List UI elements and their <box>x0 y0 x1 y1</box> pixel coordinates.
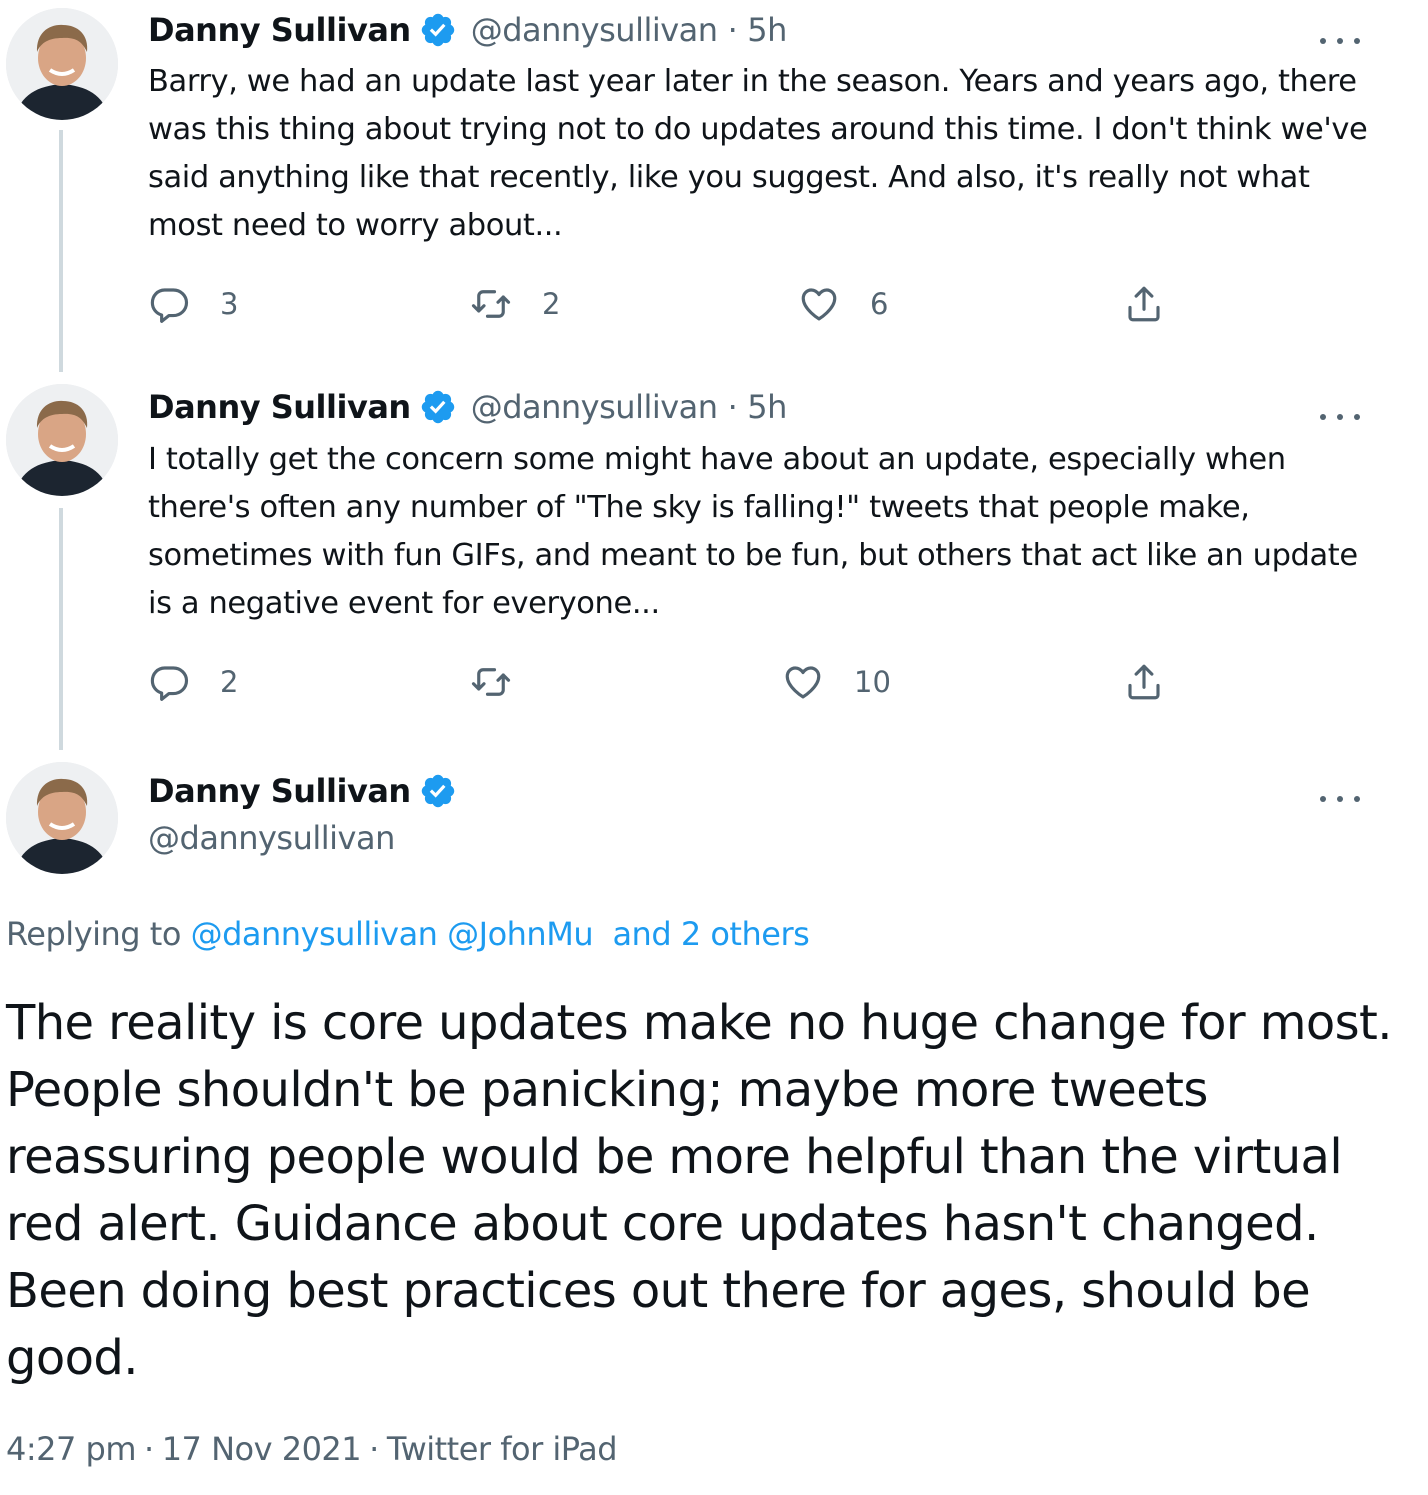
tweet-text: I totally get the concern some might hav… <box>148 442 1358 621</box>
tweet-actions: 2 10 <box>148 660 1178 704</box>
like-button[interactable]: 6 <box>798 282 888 326</box>
mention-link[interactable]: @JohnMu <box>447 915 593 953</box>
retweet-icon <box>471 290 511 318</box>
separator: · <box>369 1430 379 1468</box>
tweet-time[interactable]: 5h <box>747 11 787 49</box>
author-handle-row: @dannysullivan <box>148 818 395 858</box>
reply-button[interactable]: 2 <box>148 660 238 704</box>
avatar[interactable] <box>6 384 118 496</box>
author-handle[interactable]: @dannysullivan <box>471 388 718 426</box>
share-button[interactable] <box>1123 282 1165 326</box>
tweet-header: Danny Sullivan @dannysullivan · 5h <box>148 387 787 427</box>
replying-to: Replying to @dannysullivan @JohnMu and 2… <box>6 915 810 953</box>
reply-count: 2 <box>220 665 239 699</box>
thread-line <box>59 508 63 750</box>
like-count: 10 <box>854 665 891 699</box>
like-button[interactable]: 10 <box>782 660 891 704</box>
avatar-image <box>6 762 118 874</box>
author-handle[interactable]: @dannysullivan <box>471 11 718 49</box>
tweet-time[interactable]: 5h <box>747 388 787 426</box>
tweet-source[interactable]: Twitter for iPad <box>387 1430 618 1468</box>
main-tweet-text: The reality is core updates make no huge… <box>6 995 1393 1386</box>
author-name[interactable]: Danny Sullivan <box>148 772 411 810</box>
avatar-image <box>6 8 118 120</box>
verified-badge-icon <box>419 388 457 426</box>
avatar[interactable] <box>6 8 118 120</box>
others-link[interactable]: and 2 others <box>612 915 809 953</box>
thread-line <box>59 130 63 372</box>
replying-to-label: Replying to <box>6 915 181 953</box>
tweet-text: Barry, we had an update last year later … <box>148 64 1368 243</box>
avatar[interactable] <box>6 762 118 874</box>
share-icon <box>1128 286 1160 322</box>
retweet-icon <box>471 668 511 696</box>
tweet-actions: 3 2 6 <box>148 282 1178 326</box>
share-button[interactable] <box>1123 660 1165 704</box>
avatar-image <box>6 384 118 496</box>
author-handle[interactable]: @dannysullivan <box>148 819 395 857</box>
reply-button[interactable]: 3 <box>148 282 238 326</box>
retweet-button[interactable] <box>470 660 542 704</box>
author-name[interactable]: Danny Sullivan <box>148 388 411 426</box>
reply-icon <box>150 288 189 323</box>
main-tweet: Danny Sullivan @dannysullivan <box>0 758 1428 898</box>
more-options-icon[interactable] <box>1320 784 1360 814</box>
reply-icon <box>150 666 189 701</box>
separator: · <box>727 11 738 49</box>
retweet-count: 2 <box>542 287 561 321</box>
share-icon <box>1128 664 1160 700</box>
separator: · <box>144 1430 154 1468</box>
mention-link[interactable]: @dannysullivan <box>191 915 438 953</box>
tweet-header: Danny Sullivan @dannysullivan · 5h <box>148 10 787 50</box>
tweet-1[interactable]: Danny Sullivan @dannysullivan · 5h Barry… <box>0 0 1428 380</box>
reply-count: 3 <box>220 287 239 321</box>
tweet-meta: 4:27 pm · 17 Nov 2021 · Twitter for iPad <box>6 1430 618 1468</box>
more-options-icon[interactable] <box>1320 402 1360 432</box>
retweet-button[interactable]: 2 <box>470 282 560 326</box>
like-count: 6 <box>870 287 889 321</box>
author-name[interactable]: Danny Sullivan <box>148 11 411 49</box>
verified-badge-icon <box>419 772 457 810</box>
more-options-icon[interactable] <box>1320 26 1360 56</box>
tweet-date[interactable]: 17 Nov 2021 <box>162 1430 362 1468</box>
tweet-2[interactable]: Danny Sullivan @dannysullivan · 5h I tot… <box>0 380 1428 758</box>
tweet-time[interactable]: 4:27 pm <box>6 1430 137 1468</box>
tweet-header: Danny Sullivan <box>148 771 471 811</box>
separator: · <box>727 388 738 426</box>
heart-icon <box>801 288 837 321</box>
heart-icon <box>785 666 821 699</box>
verified-badge-icon <box>419 11 457 49</box>
